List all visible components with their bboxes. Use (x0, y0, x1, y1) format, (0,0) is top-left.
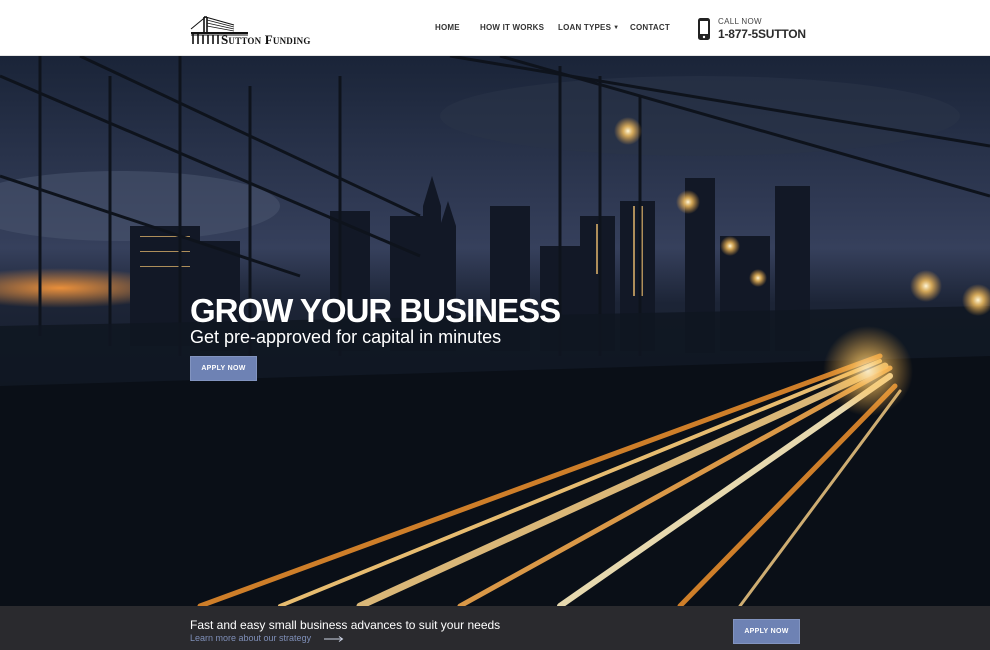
nav-contact[interactable]: CONTACT (630, 23, 670, 32)
arrow-right-icon (324, 636, 344, 642)
logo[interactable]: Sutton Funding (190, 11, 322, 47)
nav-loan-types-label: LOAN TYPES (558, 23, 612, 32)
cta-bar: Fast and easy small business advances to… (0, 606, 990, 650)
hero-apply-now-button[interactable]: APPLY NOW (190, 356, 257, 381)
brand-name: Sutton Funding (221, 32, 311, 47)
nav-how-it-works[interactable]: HOW IT WORKS (480, 23, 544, 32)
hero-title: GROW YOUR BUSINESS (190, 292, 561, 329)
hero-subtitle: Get pre-approved for capital in minutes (190, 327, 502, 347)
learn-more-link[interactable]: Learn more about our strategy (190, 633, 311, 643)
phone-number[interactable]: 1-877-5SUTTON (718, 27, 806, 41)
site-header: Sutton Funding HOME HOW IT WORKS LOAN TY… (0, 0, 990, 56)
phone-icon (698, 18, 710, 40)
cta-apply-now-button[interactable]: APPLY NOW (733, 619, 800, 644)
caret-down-icon: ▼ (613, 25, 620, 31)
hero-section: GROW YOUR BUSINESS Get pre-approved for … (0, 56, 990, 606)
nav-loan-types[interactable]: LOAN TYPES ▼ (558, 23, 619, 32)
call-now-label: CALL NOW (718, 17, 762, 26)
cta-bar-title: Fast and easy small business advances to… (190, 618, 501, 632)
nav-home[interactable]: HOME (435, 23, 460, 32)
